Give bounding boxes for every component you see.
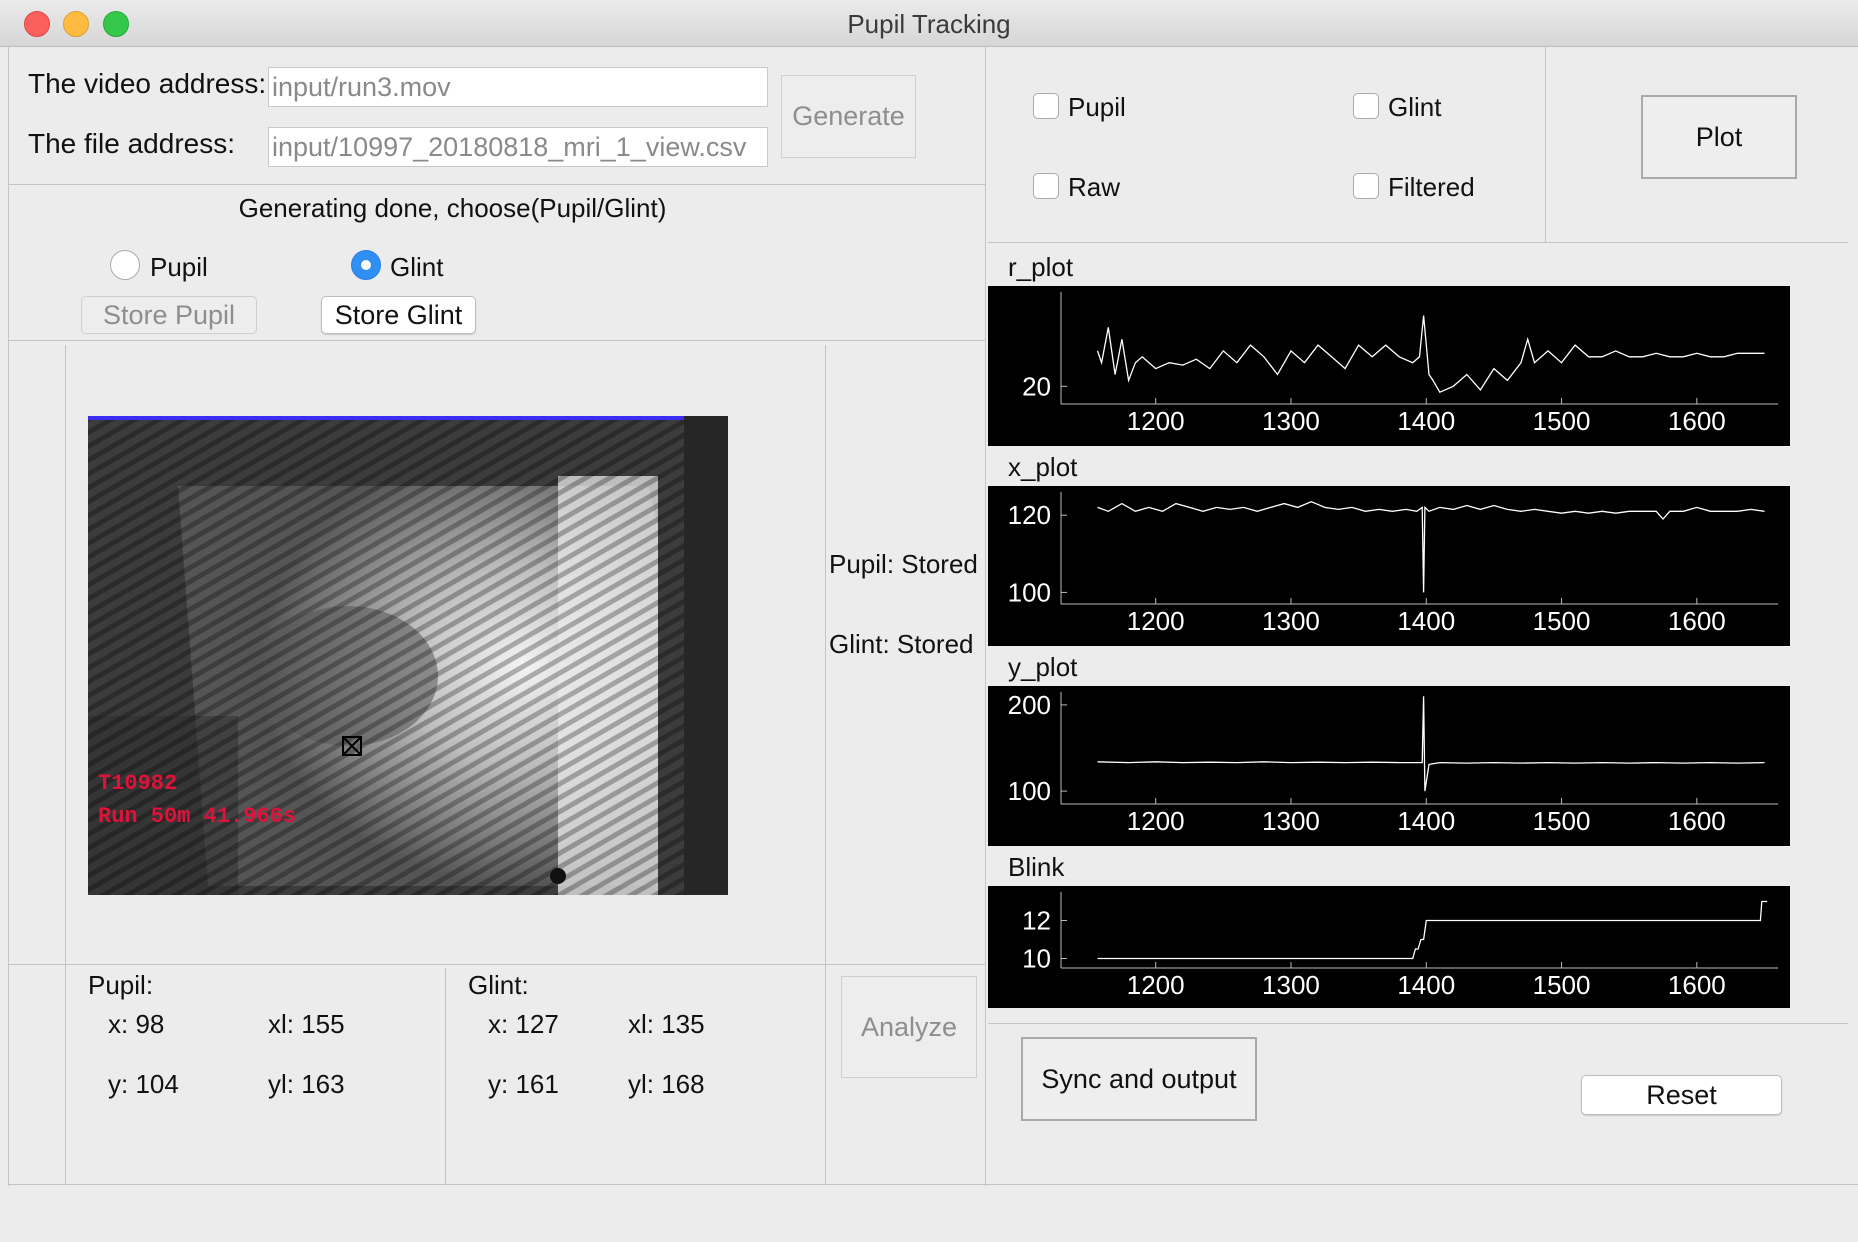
file-address-field[interactable]: input/10997_20180818_mri_1_view.csv bbox=[268, 127, 768, 167]
glint-y-value: y: 161 bbox=[488, 1069, 559, 1099]
x-tick-label: 1400 bbox=[1397, 406, 1455, 436]
x-tick-label: 1300 bbox=[1262, 606, 1320, 636]
window-title: Pupil Tracking bbox=[847, 9, 1011, 39]
store-pupil-button[interactable]: Store Pupil bbox=[81, 296, 257, 334]
x-tick-label: 1500 bbox=[1533, 406, 1591, 436]
y-plot-svg: 1200 1300 1400 1500 1600 100 200 bbox=[1008, 690, 1778, 836]
divider bbox=[65, 345, 66, 1185]
sync-and-output-button[interactable]: Sync and output bbox=[1021, 1037, 1257, 1121]
app-window: Pupil Tracking The video address: input/… bbox=[0, 0, 1858, 1242]
filtered-checkbox-label: Filtered bbox=[1388, 172, 1475, 202]
glint-x-value: x: 127 bbox=[488, 1009, 559, 1039]
generate-button[interactable]: Generate bbox=[781, 75, 916, 158]
reset-button[interactable]: Reset bbox=[1581, 1075, 1782, 1115]
y-tick-label: 200 bbox=[1008, 690, 1051, 720]
series-line bbox=[1097, 900, 1768, 960]
x-tick-label: 1600 bbox=[1668, 806, 1726, 836]
status-text: Generating done, choose(Pupil/Glint) bbox=[238, 193, 667, 223]
x-plot-title: x_plot bbox=[1008, 452, 1078, 482]
y-tick-label: 20 bbox=[1022, 371, 1051, 401]
x-tick-label: 1300 bbox=[1262, 406, 1320, 436]
divider bbox=[8, 340, 986, 341]
title-bar: Pupil Tracking bbox=[0, 0, 1858, 47]
divider bbox=[1545, 46, 1546, 242]
pupil-xl-value: xl: 155 bbox=[268, 1009, 345, 1039]
y-plot-title: y_plot bbox=[1008, 652, 1078, 682]
video-address-field[interactable]: input/run3.mov bbox=[268, 67, 768, 107]
glint-radio-label: Glint bbox=[390, 252, 444, 282]
pupil-x-value: x: 98 bbox=[108, 1009, 165, 1039]
x-tick-label: 1300 bbox=[1262, 806, 1320, 836]
glint-checkbox[interactable] bbox=[1353, 93, 1379, 119]
x-tick-label: 1500 bbox=[1533, 606, 1591, 636]
y-tick-label: 12 bbox=[1022, 906, 1051, 936]
divider bbox=[988, 1023, 1848, 1024]
series-line bbox=[1097, 500, 1765, 593]
glint-checkbox-label: Glint bbox=[1388, 92, 1442, 122]
r-plot: 1200 1300 1400 1500 1600 20 bbox=[988, 286, 1790, 446]
pupil-radio[interactable] bbox=[110, 250, 140, 280]
x-tick-label: 1400 bbox=[1397, 806, 1455, 836]
y-tick-label: 100 bbox=[1008, 577, 1051, 607]
raw-checkbox-label: Raw bbox=[1068, 172, 1121, 202]
x-tick-label: 1200 bbox=[1127, 406, 1185, 436]
divider bbox=[985, 46, 986, 1186]
y-tick-label: 10 bbox=[1022, 944, 1051, 974]
file-address-label: The file address: bbox=[28, 128, 235, 159]
pupil-yl-value: yl: 163 bbox=[268, 1069, 345, 1099]
blink-plot-title: Blink bbox=[1008, 852, 1065, 882]
pupil-coords-title: Pupil: bbox=[88, 970, 154, 1000]
blink-plot: 1200 1300 1400 1500 1600 10 12 bbox=[988, 886, 1790, 1008]
pupil-stored-status: Pupil: Stored bbox=[829, 549, 978, 579]
x-tick-label: 1200 bbox=[1127, 806, 1185, 836]
x-tick-label: 1500 bbox=[1533, 806, 1591, 836]
x-plot: 1200 1300 1400 1500 1600 100 120 bbox=[988, 486, 1790, 646]
pupil-y-value: y: 104 bbox=[108, 1069, 179, 1099]
divider bbox=[8, 184, 986, 185]
x-tick-label: 1600 bbox=[1668, 606, 1726, 636]
glint-xl-value: xl: 135 bbox=[628, 1009, 705, 1039]
divider bbox=[8, 1184, 1858, 1185]
glint-stored-status: Glint: Stored bbox=[829, 629, 974, 659]
divider bbox=[445, 968, 446, 1184]
y-tick-label: 100 bbox=[1008, 776, 1051, 806]
plot-button[interactable]: Plot bbox=[1641, 95, 1797, 179]
series-line bbox=[1096, 315, 1765, 394]
x-tick-label: 1300 bbox=[1262, 970, 1320, 1000]
glint-coords-title: Glint: bbox=[468, 970, 529, 1000]
raw-checkbox[interactable] bbox=[1033, 173, 1059, 199]
x-tick-label: 1200 bbox=[1127, 606, 1185, 636]
divider bbox=[8, 964, 986, 965]
divider bbox=[825, 345, 826, 1185]
x-plot-svg: 1200 1300 1400 1500 1600 100 120 bbox=[1008, 492, 1778, 636]
r-plot-svg: 1200 1300 1400 1500 1600 20 bbox=[1022, 292, 1778, 436]
x-tick-label: 1400 bbox=[1397, 606, 1455, 636]
video-overlay-line1: T10982 bbox=[98, 771, 178, 796]
pupil-radio-label: Pupil bbox=[150, 252, 208, 282]
x-tick-label: 1500 bbox=[1533, 970, 1591, 1000]
filtered-checkbox[interactable] bbox=[1353, 173, 1379, 199]
video-frame[interactable]: T10982 Run 50m 41.966s bbox=[88, 416, 728, 895]
glint-radio[interactable] bbox=[351, 250, 381, 280]
video-overlay-line2: Run 50m 41.966s bbox=[98, 804, 297, 829]
divider bbox=[988, 242, 1848, 243]
y-tick-label: 120 bbox=[1008, 500, 1051, 530]
store-glint-button[interactable]: Store Glint bbox=[321, 296, 476, 334]
pupil-checkbox-label: Pupil bbox=[1068, 92, 1126, 122]
r-plot-title: r_plot bbox=[1008, 252, 1074, 282]
video-address-label: The video address: bbox=[28, 68, 267, 99]
x-tick-label: 1400 bbox=[1397, 970, 1455, 1000]
analyze-button[interactable]: Analyze bbox=[841, 976, 977, 1078]
y-plot: 1200 1300 1400 1500 1600 100 200 bbox=[988, 686, 1790, 846]
series-line bbox=[1097, 696, 1765, 792]
x-tick-label: 1600 bbox=[1668, 970, 1726, 1000]
x-tick-label: 1600 bbox=[1668, 406, 1726, 436]
x-tick-label: 1200 bbox=[1127, 970, 1185, 1000]
glint-yl-value: yl: 168 bbox=[628, 1069, 705, 1099]
blink-plot-svg: 1200 1300 1400 1500 1600 10 12 bbox=[1022, 892, 1778, 1000]
pupil-checkbox[interactable] bbox=[1033, 93, 1059, 119]
